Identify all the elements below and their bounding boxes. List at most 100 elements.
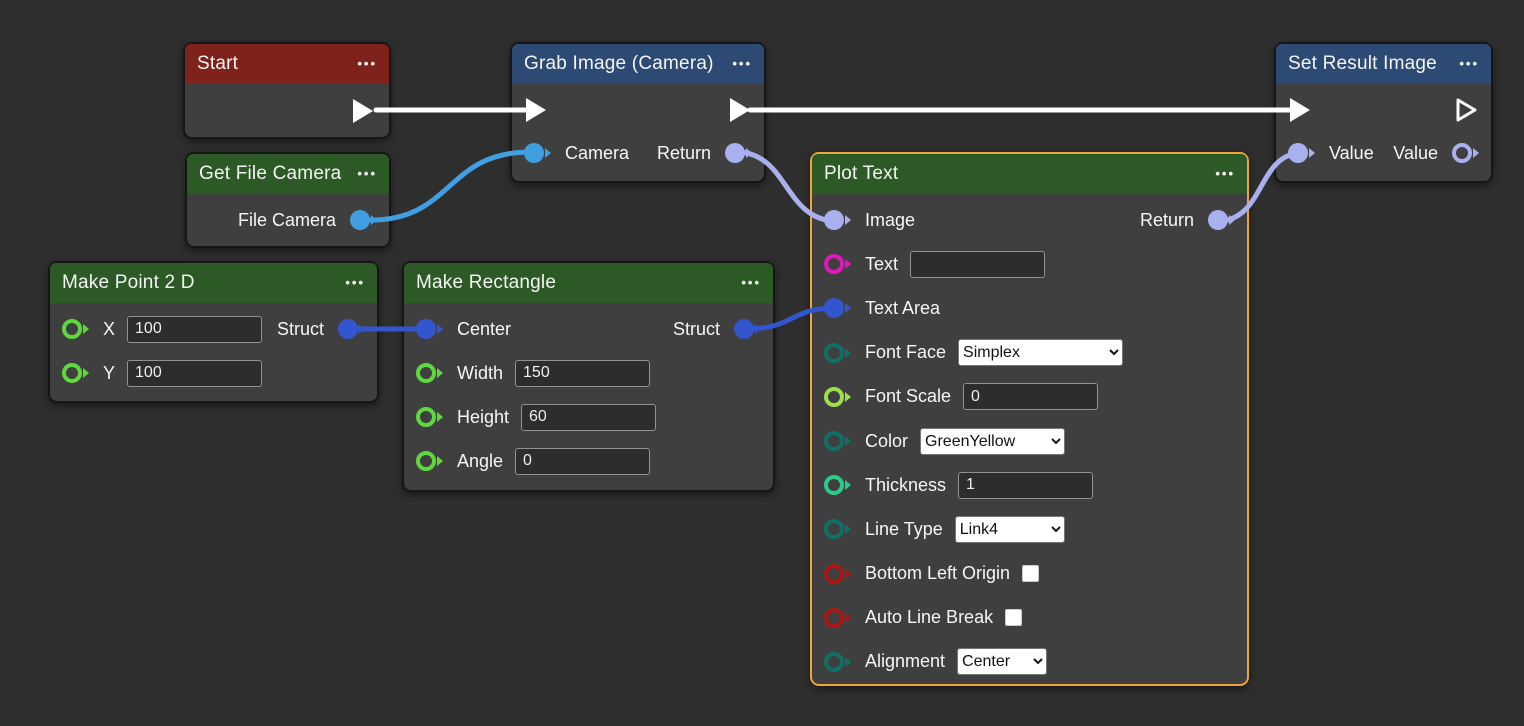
value-output-port[interactable] (1452, 143, 1479, 163)
width-input-port[interactable] (416, 363, 443, 383)
exec-out-port[interactable] (1455, 97, 1479, 123)
width-input-label: Width (457, 363, 503, 384)
node-make-rectangle-header[interactable]: Make Rectangle ••• (404, 263, 773, 303)
x-value-field[interactable] (127, 316, 262, 343)
font-scale-input-port[interactable] (824, 387, 851, 407)
return-output-port[interactable] (725, 143, 752, 163)
port-dot (416, 451, 436, 471)
camera-input-port[interactable] (524, 143, 551, 163)
port-dot (824, 343, 844, 363)
font-face-input-port[interactable] (824, 343, 851, 363)
port-tail (1473, 148, 1479, 158)
color-select[interactable]: GreenYellow (920, 428, 1065, 455)
node-make-rectangle[interactable]: Make Rectangle ••• Center Struct (402, 261, 775, 492)
thickness-value-field[interactable] (958, 472, 1093, 499)
node-make-point-2d[interactable]: Make Point 2 D ••• X Struct (48, 261, 379, 403)
node-graph-canvas[interactable]: Start ••• Get File Camera ••• File Camer… (0, 0, 1524, 726)
exec-in-port[interactable] (524, 97, 548, 123)
struct-output-port[interactable] (338, 319, 365, 339)
node-start-title: Start (197, 53, 238, 75)
image-input-port[interactable] (824, 210, 851, 230)
port-tail (845, 392, 851, 402)
color-input-label: Color (865, 431, 908, 452)
center-input-label: Center (457, 319, 511, 340)
port-tail (437, 368, 443, 378)
port-tail (755, 324, 761, 334)
node-get-file-camera-header[interactable]: Get File Camera ••• (187, 154, 389, 194)
return-output-port[interactable] (1208, 210, 1235, 230)
node-menu-icon[interactable]: ••• (1215, 169, 1235, 179)
node-make-rectangle-title: Make Rectangle (416, 272, 556, 294)
auto-line-break-input-port[interactable] (824, 608, 851, 628)
exec-filled-icon (1288, 97, 1312, 123)
y-value-field[interactable] (127, 360, 262, 387)
y-input-port[interactable] (62, 363, 89, 383)
struct-output-port[interactable] (734, 319, 761, 339)
color-input-port[interactable] (824, 431, 851, 451)
node-menu-icon[interactable]: ••• (357, 59, 377, 69)
line-type-input-port[interactable] (824, 519, 851, 539)
port-tail (437, 412, 443, 422)
auto-line-break-checkbox[interactable] (1005, 609, 1022, 626)
port-tail (83, 324, 89, 334)
port-dot (416, 363, 436, 383)
angle-value-field[interactable] (515, 448, 650, 475)
angle-input-label: Angle (457, 451, 503, 472)
node-make-point-2d-header[interactable]: Make Point 2 D ••• (50, 263, 377, 303)
exec-filled-icon (524, 97, 548, 123)
font-face-select[interactable]: Simplex (958, 339, 1123, 366)
node-plot-text-header[interactable]: Plot Text ••• (812, 154, 1247, 194)
height-input-port[interactable] (416, 407, 443, 427)
thickness-input-label: Thickness (865, 475, 946, 496)
port-tail (437, 456, 443, 466)
node-set-result-image[interactable]: Set Result Image ••• (1274, 42, 1493, 183)
font-scale-value-field[interactable] (963, 383, 1098, 410)
alignment-input-port[interactable] (824, 652, 851, 672)
exec-out-port[interactable] (351, 98, 375, 124)
thickness-input-port[interactable] (824, 475, 851, 495)
width-value-field[interactable] (515, 360, 650, 387)
center-input-port[interactable] (416, 319, 443, 339)
text-input-label: Text (865, 254, 898, 275)
value-input-label: Value (1329, 143, 1374, 164)
alignment-select[interactable]: Center (957, 648, 1047, 675)
exec-in-port[interactable] (1288, 97, 1312, 123)
node-plot-text-title: Plot Text (824, 163, 898, 185)
text-value-field[interactable] (910, 251, 1045, 278)
node-grab-image[interactable]: Grab Image (Camera) ••• (510, 42, 766, 183)
node-start-header[interactable]: Start ••• (185, 44, 389, 84)
node-menu-icon[interactable]: ••• (732, 59, 752, 69)
node-plot-text[interactable]: Plot Text ••• Image Return (810, 152, 1249, 686)
value-output-label: Value (1393, 143, 1438, 164)
bottom-left-origin-checkbox[interactable] (1022, 565, 1039, 582)
port-tail (845, 303, 851, 313)
value-input-port[interactable] (1288, 143, 1315, 163)
x-input-port[interactable] (62, 319, 89, 339)
text-area-input-port[interactable] (824, 298, 851, 318)
node-get-file-camera[interactable]: Get File Camera ••• File Camera (185, 152, 391, 248)
node-set-result-image-header[interactable]: Set Result Image ••• (1276, 44, 1491, 84)
port-tail (845, 436, 851, 446)
angle-input-port[interactable] (416, 451, 443, 471)
x-input-label: X (103, 319, 115, 340)
bottom-left-origin-input-port[interactable] (824, 564, 851, 584)
node-menu-icon[interactable]: ••• (357, 169, 377, 179)
exec-out-port[interactable] (728, 97, 752, 123)
text-input-port[interactable] (824, 254, 851, 274)
port-tail (845, 215, 851, 225)
node-menu-icon[interactable]: ••• (1459, 59, 1479, 69)
node-grab-image-header[interactable]: Grab Image (Camera) ••• (512, 44, 764, 84)
port-dot (416, 407, 436, 427)
port-tail (359, 324, 365, 334)
port-dot (1208, 210, 1228, 230)
camera-input-label: Camera (565, 143, 629, 164)
port-tail (1229, 215, 1235, 225)
line-type-select[interactable]: Link4 (955, 516, 1065, 543)
node-menu-icon[interactable]: ••• (741, 278, 761, 288)
height-value-field[interactable] (521, 404, 656, 431)
node-menu-icon[interactable]: ••• (345, 278, 365, 288)
file-camera-output-port[interactable] (350, 210, 377, 230)
node-start[interactable]: Start ••• (183, 42, 391, 139)
port-tail (845, 348, 851, 358)
bottom-left-origin-label: Bottom Left Origin (865, 563, 1010, 584)
